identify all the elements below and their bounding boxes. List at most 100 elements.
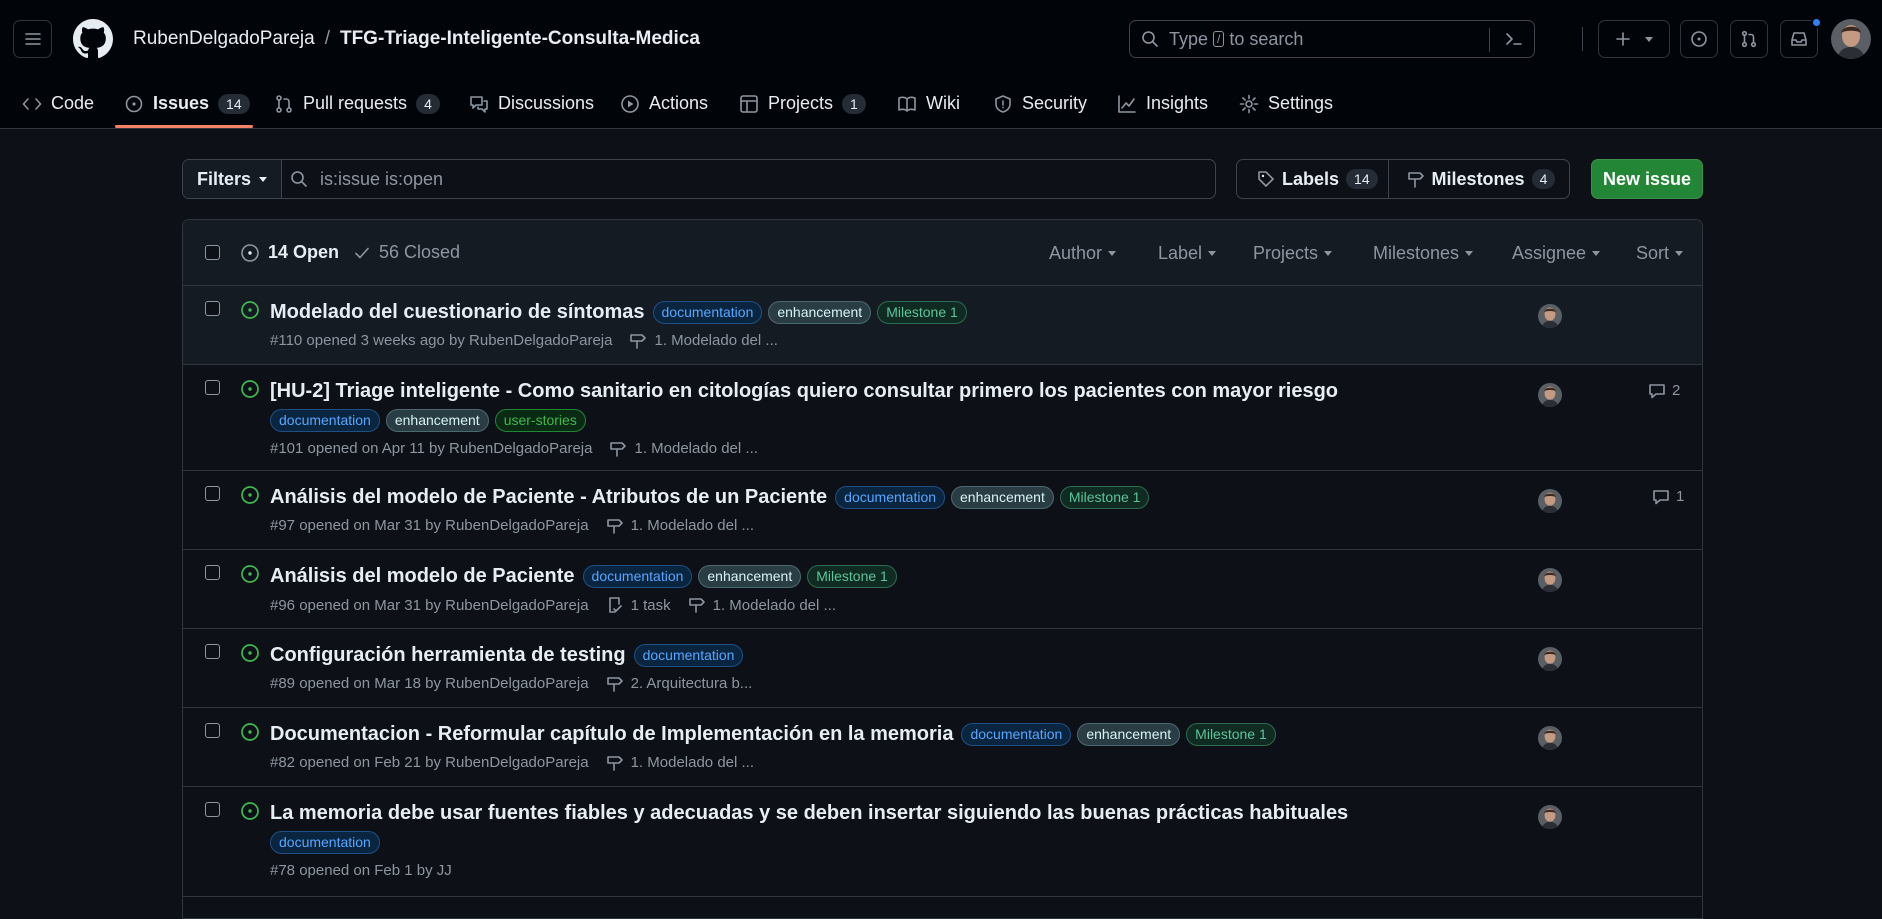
issue-checkbox[interactable] [205,644,220,659]
issue-checkbox[interactable] [205,802,220,817]
inbox-button[interactable] [1780,17,1822,58]
tab-actions[interactable]: Actions [620,79,708,128]
label-milestone-1[interactable]: Milestone 1 [1186,723,1276,746]
issue-milestone-link[interactable]: 1. Modelado del ... [631,754,754,771]
search-shortcut-key: / [1213,31,1225,47]
issue-milestone-link[interactable]: 1. Modelado del ... [631,517,754,534]
label-documentation[interactable]: documentation [582,565,693,588]
issue-milestone-link[interactable]: 1. Modelado del ... [713,597,836,614]
filter-search-input[interactable]: is:issue is:open [290,160,443,198]
milestone-icon [1407,172,1424,188]
search-input[interactable]: Type / to search [1129,20,1535,58]
issue-row[interactable]: Configuración herramienta de testing doc… [183,629,1702,708]
issue-title-link[interactable]: Configuración herramienta de testing [270,644,626,667]
filters-button[interactable]: Filters [183,160,282,198]
label-documentation[interactable]: documentation [652,301,763,324]
milestone-icon [606,518,623,534]
tab-wiki[interactable]: Wiki [897,79,960,128]
comment-discussion-icon [470,95,488,113]
tab-projects[interactable]: Projects 1 [739,79,866,128]
assignee-avatar[interactable] [1538,568,1562,592]
issue-row[interactable]: Modelado del cuestionario de síntomas do… [183,286,1702,365]
tab-security[interactable]: Security [993,79,1087,128]
label-milestone-1[interactable]: Milestone 1 [1059,486,1150,509]
issue-row[interactable]: [HU-2] Triage inteligente - Como sanitar… [183,365,1702,471]
issue-row[interactable]: La memoria debe usar fuentes fiables y a… [183,787,1702,897]
assignee-avatar[interactable] [1538,304,1562,328]
issue-checkbox[interactable] [205,486,220,501]
issue-title-link[interactable]: La memoria debe usar fuentes fiables y a… [270,802,1348,825]
issue-meta: #89 opened on Mar 18 by RubenDelgadoPare… [270,675,589,692]
issue-filter-bar: Filters is:issue is:open [182,159,1216,199]
assignee-filter[interactable]: Assignee [1512,243,1601,264]
labels-button[interactable]: Labels 14 [1237,160,1388,198]
author-filter[interactable]: Author [1049,243,1117,264]
label-enhancement[interactable]: enhancement [951,486,1054,509]
issue-row[interactable]: Documentacion - Reformular capítulo de I… [183,708,1702,787]
tab-discussions[interactable]: Discussions [469,79,594,128]
issue-title-link[interactable]: Modelado del cuestionario de síntomas [270,301,645,324]
milestones-button[interactable]: Milestones 4 [1387,160,1569,198]
label-documentation[interactable]: documentation [633,644,744,667]
label-documentation[interactable]: documentation [835,486,946,509]
issue-opened-icon [241,723,259,741]
issue-row[interactable]: Análisis del modelo de Paciente document… [183,550,1702,629]
label-documentation[interactable]: documentation [270,409,380,432]
issue-checkbox[interactable] [205,723,220,738]
issue-title-link[interactable]: Análisis del modelo de Paciente [270,565,575,588]
assignee-avatar[interactable] [1538,726,1562,750]
new-issue-button[interactable]: New issue [1591,159,1703,199]
pull-requests-shortcut-button[interactable] [1730,20,1768,58]
repo-name-link[interactable]: TFG-Triage-Inteligente-Consulta-Medica [340,28,700,50]
issue-meta: #78 opened on Feb 1 by JJ [270,862,452,879]
issue-milestone-link[interactable]: 1. Modelado del ... [654,332,777,349]
repo-owner-link[interactable]: RubenDelgadoPareja [133,28,315,50]
closed-issues-tab[interactable]: 56 Closed [353,242,460,263]
issue-title-link[interactable]: Análisis del modelo de Paciente - Atribu… [270,486,827,509]
tab-settings[interactable]: Settings [1239,79,1333,128]
tab-code[interactable]: Code [22,79,94,128]
label-documentation[interactable]: documentation [961,723,1072,746]
label-milestone-1[interactable]: Milestone 1 [807,565,897,588]
tab-issues[interactable]: Issues 14 [124,79,250,128]
issue-milestone-link[interactable]: 2. Arquitectura b... [631,675,753,692]
label-enhancement[interactable]: enhancement [698,565,802,588]
tab-insights[interactable]: Insights [1117,79,1208,128]
tab-counter: 1 [842,93,866,114]
create-new-button[interactable] [1598,20,1670,58]
command-palette-icon[interactable] [1504,30,1524,48]
comments-link[interactable]: 2 [1648,382,1680,399]
issue-checkbox[interactable] [205,565,220,580]
issue-title-link[interactable]: Documentacion - Reformular capítulo de I… [270,723,953,746]
assignee-avatar[interactable] [1538,647,1562,671]
issue-checkbox[interactable] [205,380,220,395]
open-issues-tab[interactable]: 14 Open [240,242,339,263]
milestones-filter-label: Milestones [1373,243,1460,263]
github-logo-icon[interactable] [73,19,113,59]
issue-checkbox[interactable] [205,301,220,316]
label-enhancement[interactable]: enhancement [385,409,489,432]
assignee-avatar[interactable] [1538,805,1562,829]
assignee-avatar[interactable] [1538,383,1562,407]
menu-button[interactable] [13,20,52,58]
comments-link[interactable]: 1 [1652,488,1684,505]
milestones-filter[interactable]: Milestones [1373,243,1474,264]
select-all-checkbox[interactable] [205,245,220,260]
label-milestone-1[interactable]: Milestone 1 [877,301,967,324]
label-enhancement[interactable]: enhancement [768,301,872,324]
projects-filter[interactable]: Projects [1253,243,1333,264]
filter-query-value: is:issue is:open [320,168,444,189]
sort-dropdown[interactable]: Sort [1636,243,1684,264]
label-filter[interactable]: Label [1158,243,1217,264]
label-documentation[interactable]: documentation [270,831,380,854]
label-enhancement[interactable]: enhancement [1077,723,1181,746]
labels-counter: 14 [1346,169,1378,189]
issues-shortcut-button[interactable] [1680,20,1718,58]
issue-row[interactable]: Análisis del modelo de Paciente - Atribu… [183,471,1702,550]
user-avatar[interactable] [1831,19,1871,59]
assignee-avatar[interactable] [1538,489,1562,513]
label-user-stories[interactable]: user-stories [494,409,586,432]
issue-title-link[interactable]: [HU-2] Triage inteligente - Como sanitar… [270,380,1338,403]
issue-milestone-link[interactable]: 1. Modelado del ... [634,440,757,457]
tab-pull-requests[interactable]: Pull requests 4 [274,79,440,128]
